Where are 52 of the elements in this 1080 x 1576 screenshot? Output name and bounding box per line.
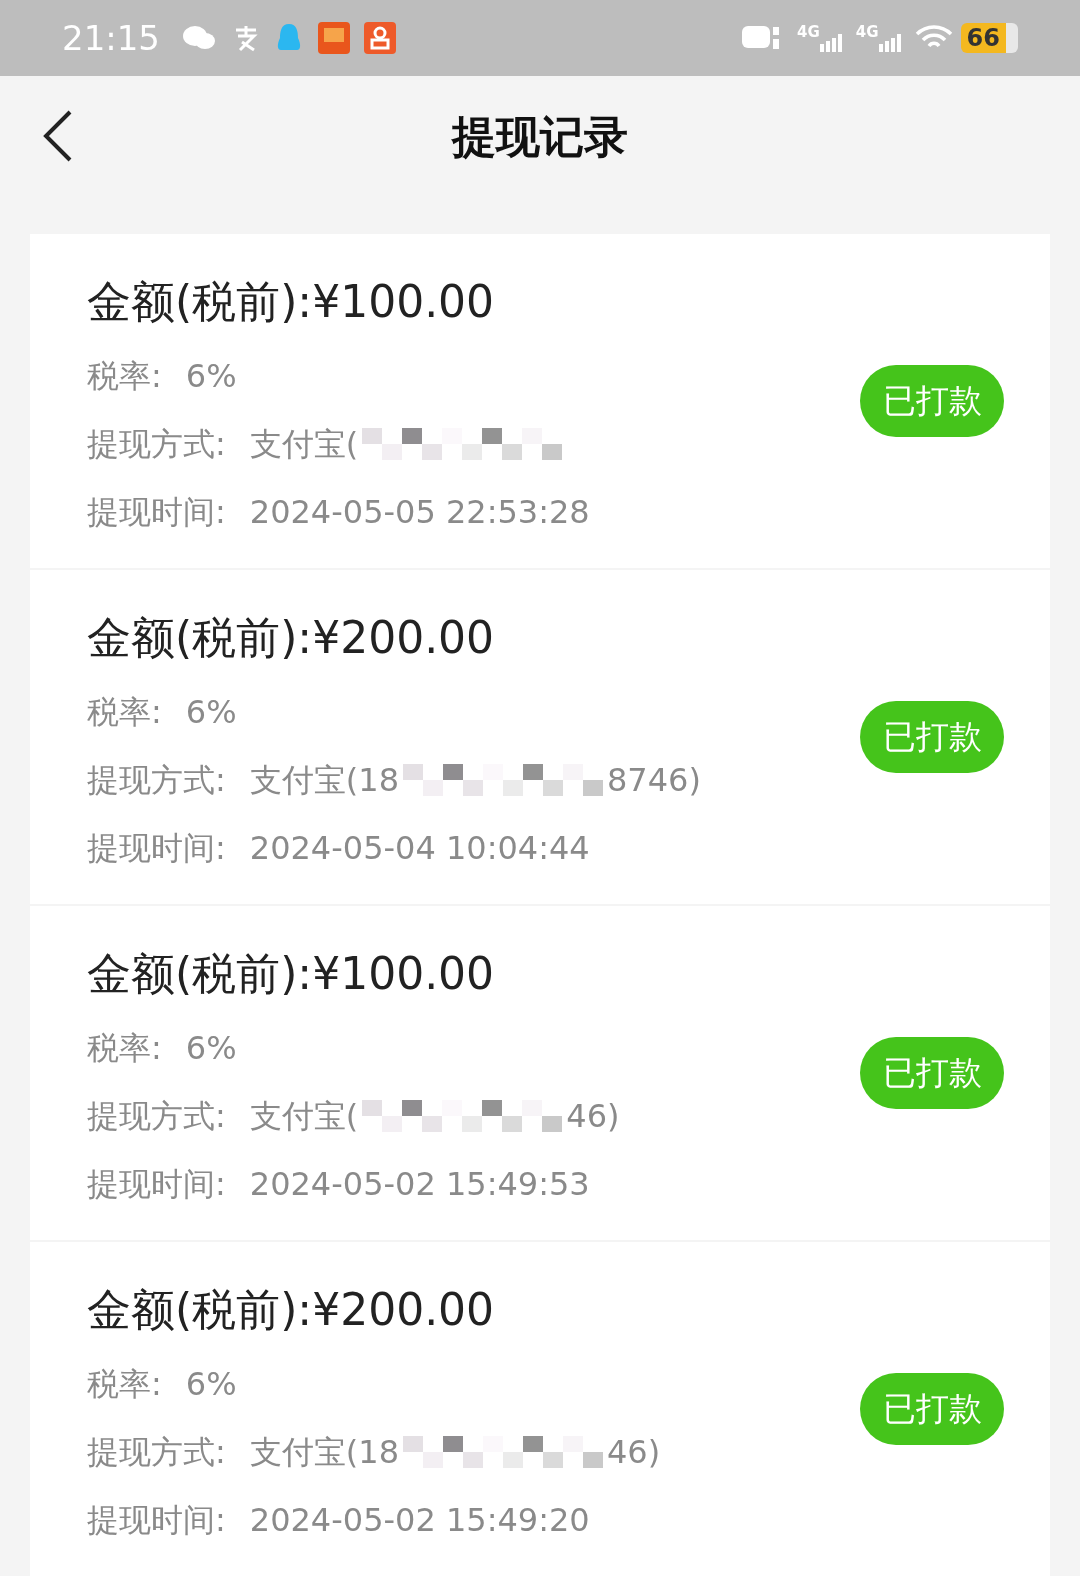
field-label: 提现时间: xyxy=(87,828,226,869)
method-value: 46) xyxy=(566,1096,620,1137)
amount-value: ¥200.00 xyxy=(312,611,495,665)
field-value: 2024-05-05 22:53:28 xyxy=(249,492,590,533)
page-title: 提现记录 xyxy=(452,109,628,164)
amount-label: 金额(税前): xyxy=(87,611,313,665)
battery-indicator: 66 xyxy=(960,23,1018,54)
amount-value: ¥100.00 xyxy=(312,947,495,1001)
field-label: 税率: xyxy=(87,1028,162,1069)
status-badge: 已打款 xyxy=(860,701,1004,773)
field-label: 提现方式: xyxy=(87,1432,226,1473)
method-value: 46) xyxy=(607,1432,661,1473)
field-value: 2024-05-04 10:04:44 xyxy=(249,828,590,869)
field-label: 提现方式: xyxy=(87,760,226,801)
field-value: 6% xyxy=(185,1364,237,1405)
status-badge: 已打款 xyxy=(860,365,1004,437)
mosaic-redaction-icon xyxy=(403,762,603,798)
status-badge: 已打款 xyxy=(860,1373,1004,1445)
field-label: 提现方式: xyxy=(87,424,226,465)
field-label: 税率: xyxy=(87,356,162,397)
method-value: 支付宝(18 xyxy=(249,1432,399,1473)
field-value: 2024-05-02 15:49:20 xyxy=(249,1500,590,1541)
field-value: 6% xyxy=(185,356,237,397)
field-label: 提现时间: xyxy=(87,492,226,533)
amount-label: 金额(税前): xyxy=(87,275,313,329)
field-label: 提现时间: xyxy=(87,1164,226,1205)
amount-value: ¥100.00 xyxy=(312,275,495,329)
amount-value: ¥200.00 xyxy=(312,1283,495,1337)
signal-icon xyxy=(819,33,844,52)
amount-label: 金额(税前): xyxy=(87,947,313,1001)
method-value: 8746) xyxy=(607,760,701,801)
network-label: 4G xyxy=(797,24,820,40)
signal-icon xyxy=(878,33,903,52)
shop-app-icon xyxy=(318,22,350,55)
network-label: 4G xyxy=(855,24,879,40)
amount-label: 金额(税前): xyxy=(87,1283,313,1337)
clock: 21:15 xyxy=(62,16,160,60)
field-label: 提现方式: xyxy=(87,1096,226,1137)
field-value: 6% xyxy=(185,1028,237,1069)
app-icon xyxy=(364,22,396,55)
field-label: 税率: xyxy=(87,692,162,733)
field-value: 2024-05-02 15:49:53 xyxy=(249,1164,590,1205)
field-value: 6% xyxy=(185,692,237,733)
mosaic-redaction-icon xyxy=(403,1434,603,1470)
mosaic-redaction-icon xyxy=(362,426,563,462)
field-label: 税率: xyxy=(87,1364,162,1405)
status-badge: 已打款 xyxy=(860,1037,1004,1109)
method-value: 支付宝( xyxy=(249,424,359,465)
field-label: 提现时间: xyxy=(87,1500,226,1541)
method-value: 支付宝( xyxy=(249,1096,359,1137)
mosaic-redaction-icon xyxy=(362,1098,563,1134)
method-value: 支付宝(18 xyxy=(249,760,399,801)
